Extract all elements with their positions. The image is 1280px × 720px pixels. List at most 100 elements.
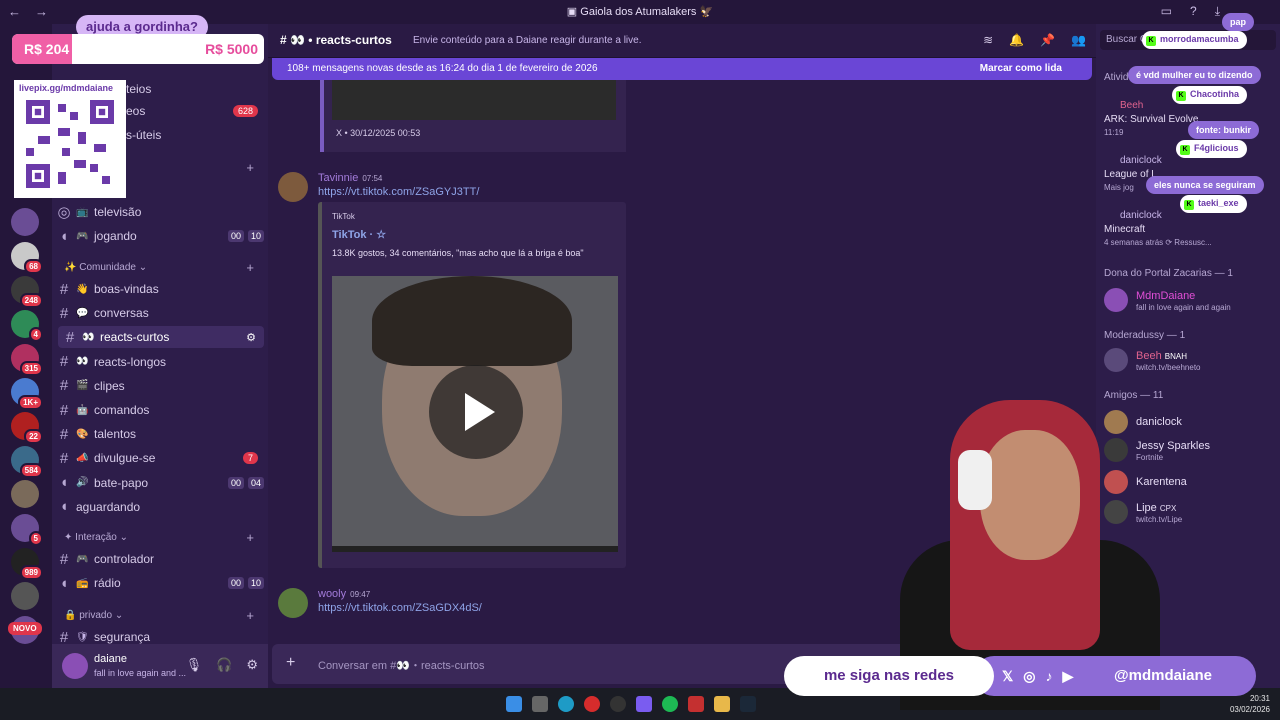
steam-icon[interactable] bbox=[740, 696, 756, 712]
speaker-icon: ◖ bbox=[59, 474, 69, 492]
server-icon[interactable]: 315 bbox=[11, 344, 43, 376]
speaker-icon: ◖ bbox=[59, 498, 69, 516]
member-item[interactable]: Beeh BNAH twitch.tv/beehneto bbox=[1104, 348, 1280, 376]
bell-icon[interactable]: 🔔 bbox=[1009, 33, 1024, 47]
server-icon[interactable]: 4 bbox=[11, 310, 43, 342]
server-icon[interactable]: 1K+ bbox=[11, 378, 43, 410]
server-icon[interactable]: 68 bbox=[11, 242, 43, 274]
spotify-icon[interactable] bbox=[662, 696, 678, 712]
message-link[interactable]: https://vt.tiktok.com/ZSaGDX4dS/ bbox=[318, 602, 482, 614]
help-icon[interactable]: ? bbox=[1190, 4, 1197, 19]
discord-icon[interactable] bbox=[636, 696, 652, 712]
server-icon[interactable]: 22 bbox=[11, 412, 43, 444]
overlay-chat-message: eles nunca se seguiram bbox=[1146, 176, 1264, 194]
hash-icon: # bbox=[59, 401, 69, 419]
edge-icon[interactable] bbox=[558, 696, 574, 712]
server-icon[interactable]: 5 bbox=[11, 514, 43, 546]
channel-label: comandos bbox=[94, 403, 150, 417]
member-item[interactable]: MdmDaiane fall in love again and again bbox=[1104, 288, 1280, 316]
file-explorer-icon[interactable] bbox=[532, 696, 548, 712]
embed-description: 13.8K gostos, 34 comentários, "mas acho … bbox=[332, 248, 584, 258]
headphones-icon[interactable]: 🎧 bbox=[216, 657, 232, 673]
threads-icon[interactable]: ≋ bbox=[983, 33, 993, 47]
avatar[interactable] bbox=[278, 588, 308, 618]
voice-count: 00 bbox=[227, 476, 244, 489]
server-icon[interactable] bbox=[11, 582, 39, 610]
settings-gear-icon[interactable]: ⚙ bbox=[246, 657, 258, 673]
video-thumbnail[interactable] bbox=[332, 276, 618, 552]
channel-label: talentos bbox=[94, 427, 137, 442]
user-panel: daiane fall in love again and ... 🎙 🎧 ⚙ bbox=[52, 644, 268, 688]
server-icon[interactable]: 248 bbox=[11, 276, 43, 308]
channel-settings-icon[interactable]: ⚙ bbox=[246, 331, 256, 344]
members-icon[interactable]: 👥 bbox=[1071, 33, 1086, 47]
system-clock[interactable]: 20:31 03/02/2026 bbox=[1230, 693, 1270, 715]
add-channel-icon[interactable]: + bbox=[246, 530, 254, 545]
message-author[interactable]: wooly 09:47 bbox=[318, 588, 370, 600]
server-badge: 1K+ bbox=[18, 395, 43, 410]
channel-talentos[interactable]: # 🎨 talentos bbox=[52, 423, 268, 445]
app-icon[interactable] bbox=[688, 696, 704, 712]
play-icon[interactable] bbox=[429, 365, 523, 459]
channel-comandos[interactable]: # 🤖 comandos bbox=[52, 399, 268, 421]
voice-channel-jogando[interactable]: ◖ 🎮 jogando 00 10 bbox=[52, 225, 268, 247]
add-channel-icon[interactable]: + bbox=[246, 260, 254, 275]
social-banner: 𝕏 ◎ ♪ ▶ @mdmdaiane me siga nas redes bbox=[784, 656, 1256, 696]
activity-game: Minecraft bbox=[1104, 224, 1146, 235]
donation-goal-bar: R$ 204 R$ 5000 bbox=[12, 34, 264, 64]
user-status: fall in love again and ... bbox=[94, 668, 187, 678]
channel-conversas[interactable]: # 💬 conversas bbox=[52, 302, 268, 324]
embed-title[interactable]: TikTok · ☆ bbox=[332, 228, 386, 241]
headset-icon bbox=[958, 450, 992, 510]
add-channel-icon[interactable]: + bbox=[246, 608, 254, 623]
server-icon[interactable]: 584 bbox=[11, 446, 43, 478]
overlay-chat-name: K Chacotinha bbox=[1172, 86, 1248, 104]
category-comunidade[interactable]: ✨ Comunidade ⌄ bbox=[64, 262, 147, 273]
voice-channel-radio[interactable]: ◖ 📻 rádio 00 10 bbox=[52, 572, 268, 594]
x-icon: 𝕏 bbox=[1002, 668, 1014, 684]
category-privado[interactable]: 🔒 privado ⌄ bbox=[64, 610, 123, 621]
channel-reacts-longos[interactable]: # 👀 reacts-longos bbox=[52, 351, 268, 373]
donation-current: R$ 204 bbox=[24, 41, 70, 57]
screen-icon[interactable]: ▭ bbox=[1161, 4, 1172, 19]
channel-boas-vindas[interactable]: # 👋 boas-vindas bbox=[52, 278, 268, 300]
channel-bate-papo[interactable]: ◖ 🔊 bate-papo 00 04 bbox=[52, 472, 268, 494]
mark-as-read-button[interactable]: Marcar como lida bbox=[980, 63, 1062, 74]
embed-preview: X • 30/12/2025 00:53 bbox=[320, 80, 626, 152]
avatar[interactable] bbox=[62, 653, 88, 679]
folder-icon[interactable] bbox=[714, 696, 730, 712]
activity-user[interactable]: daniclock bbox=[1120, 210, 1162, 221]
channel-clipes[interactable]: # 🎬 clipes bbox=[52, 375, 268, 397]
channel-divulgue-se[interactable]: # 📣 divulgue-se 7 bbox=[52, 447, 268, 469]
embed-image[interactable] bbox=[332, 80, 616, 120]
composer-placeholder[interactable]: Conversar em #👀・reacts-curtos bbox=[318, 657, 485, 673]
windows-start-icon[interactable] bbox=[506, 696, 522, 712]
server-icon[interactable] bbox=[11, 480, 39, 508]
channel-reacts-curtos[interactable]: # 👀 reacts-curtos ⚙ bbox=[58, 326, 264, 349]
donation-target: R$ 5000 bbox=[205, 41, 258, 57]
channel-name: # 👀 • reacts-curtos bbox=[280, 33, 392, 47]
category-interacao[interactable]: ✦ Interação ⌄ bbox=[64, 532, 128, 543]
add-attachment-icon[interactable]: + bbox=[286, 654, 295, 672]
activity-user[interactable]: daniclock bbox=[1120, 155, 1162, 166]
voice-channel-televisao[interactable]: ◎ 📺 televisão bbox=[52, 201, 268, 223]
message-author[interactable]: Tavinnie 07:54 bbox=[318, 172, 382, 184]
obs-icon[interactable] bbox=[610, 696, 626, 712]
avatar[interactable] bbox=[278, 172, 308, 202]
channel-label: clipes bbox=[94, 378, 125, 393]
activity-user[interactable]: Beeh bbox=[1120, 100, 1143, 111]
new-messages-banner[interactable]: 108+ mensagens novas desde as 16:24 do d… bbox=[272, 58, 1092, 80]
tiktok-embed: TikTok TikTok · ☆ 13.8K gostos, 34 comen… bbox=[318, 202, 626, 568]
pin-icon[interactable]: 📌 bbox=[1040, 33, 1055, 47]
username: daiane bbox=[94, 653, 128, 665]
server-icon[interactable] bbox=[11, 208, 39, 236]
message-link[interactable]: https://vt.tiktok.com/ZSaGYJ3TT/ bbox=[318, 186, 479, 198]
microphone-icon[interactable]: 🎙 bbox=[186, 657, 203, 673]
server-icon[interactable]: 989 bbox=[11, 548, 43, 580]
channel-aguardando[interactable]: ◖ aguardando bbox=[52, 496, 268, 518]
download-icon[interactable]: ⤓ bbox=[1215, 4, 1220, 19]
channel-controlador[interactable]: # 🎮 controlador bbox=[52, 548, 268, 570]
opera-icon[interactable] bbox=[584, 696, 600, 712]
add-channel-icon[interactable]: + bbox=[246, 160, 254, 175]
tiktok-icon: ♪ bbox=[1045, 668, 1053, 684]
